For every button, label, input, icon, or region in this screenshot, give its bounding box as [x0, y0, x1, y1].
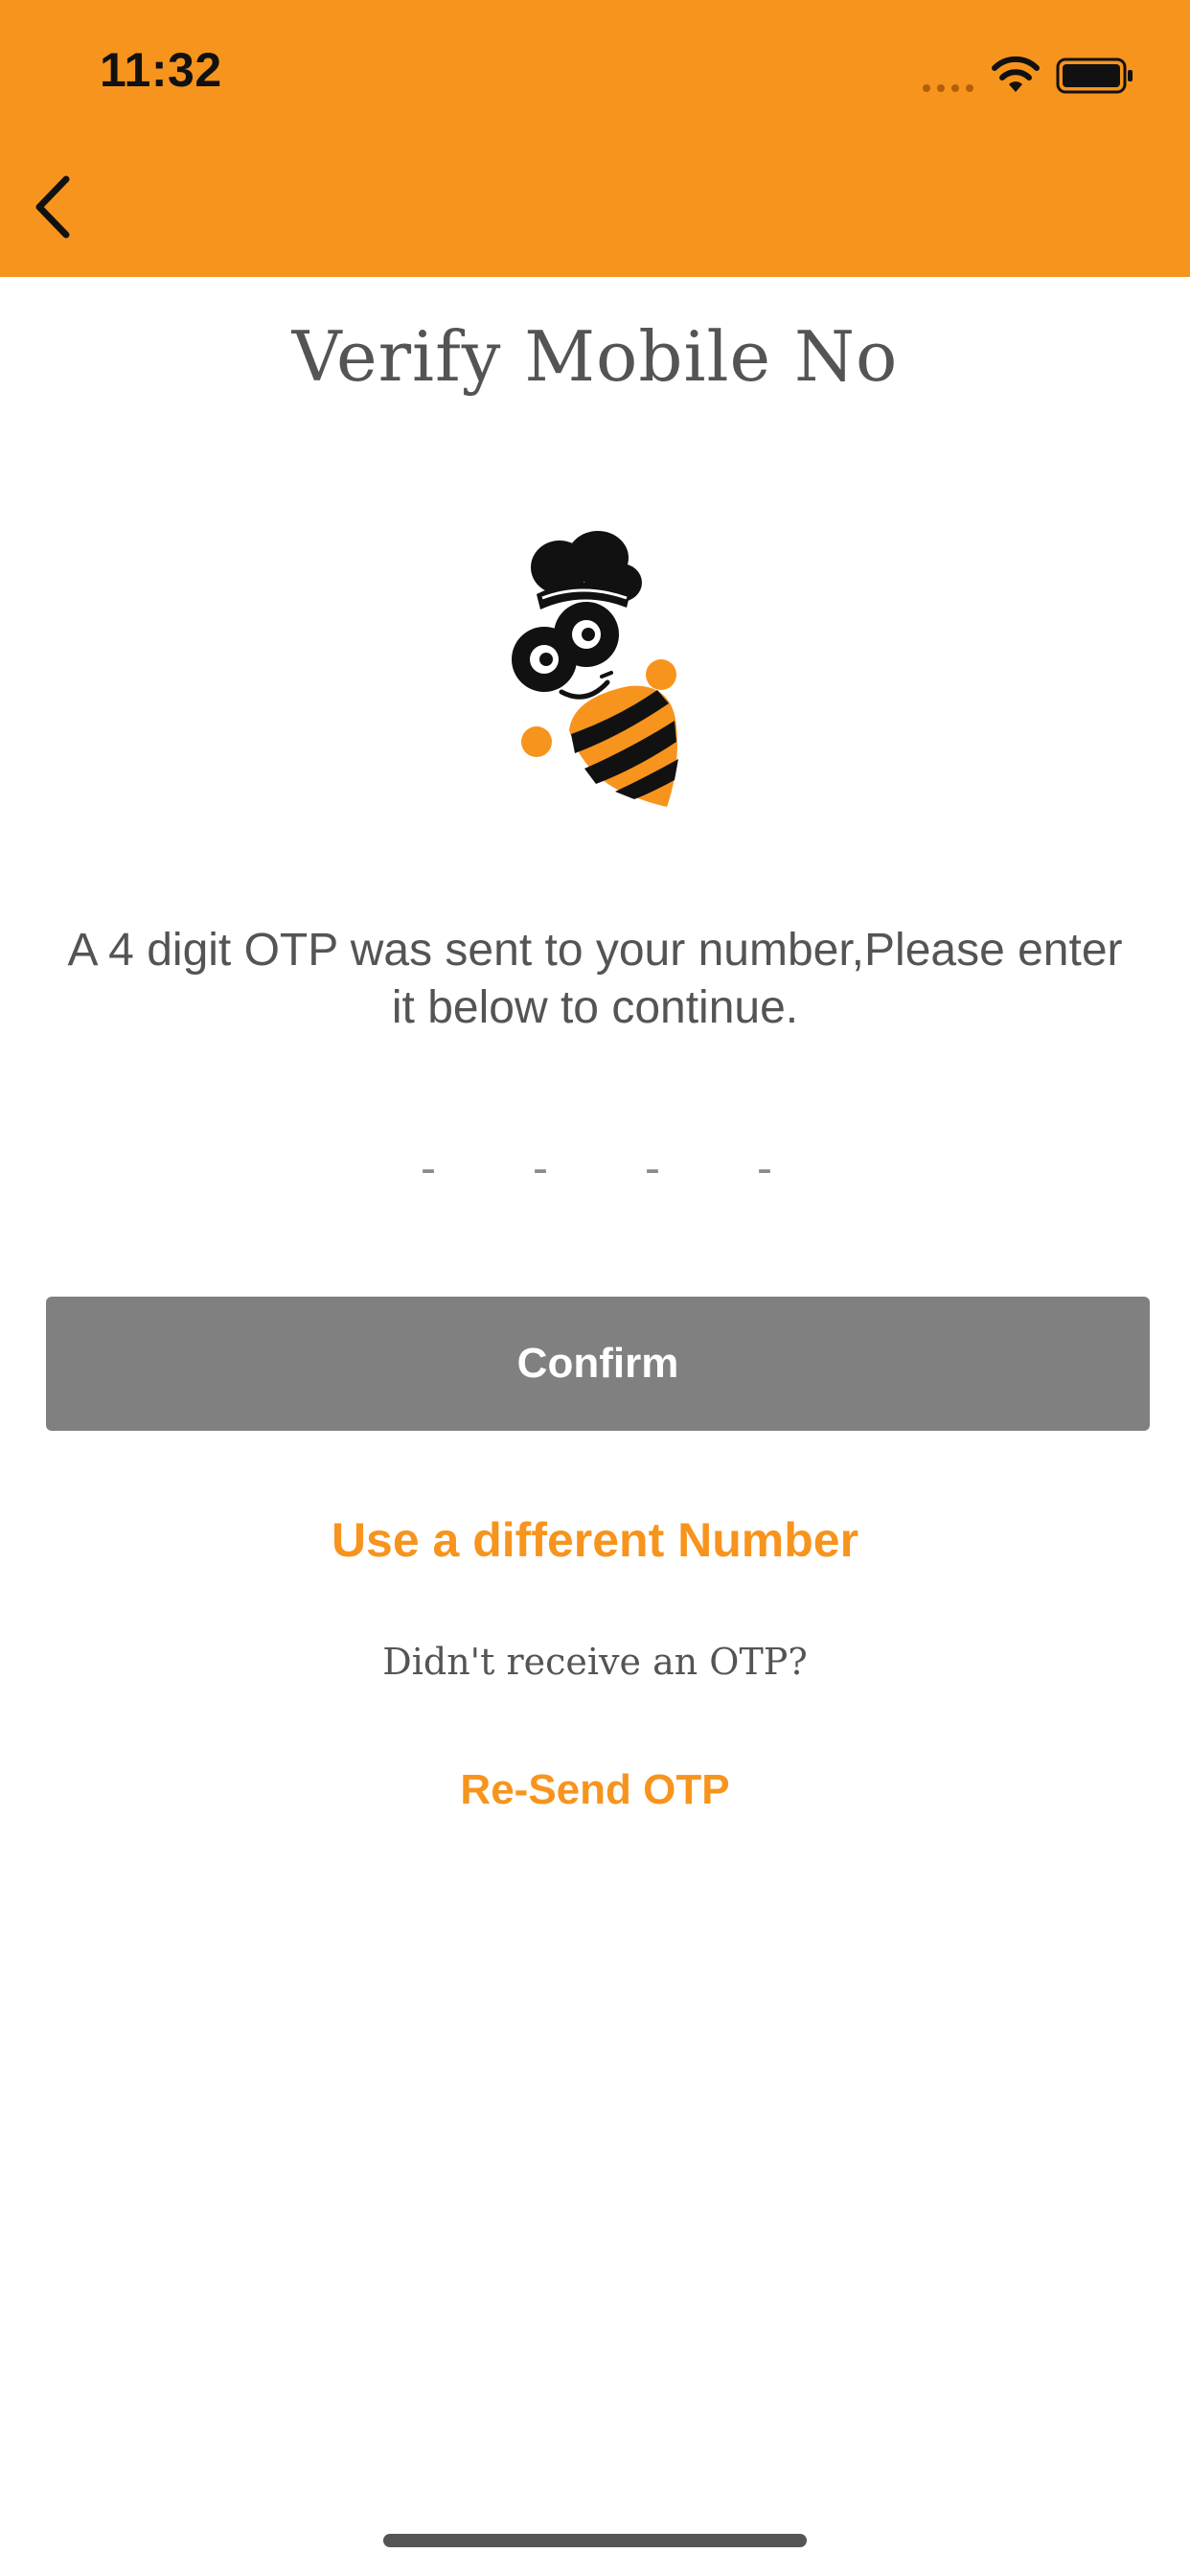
resend-otp-link[interactable]: Re-Send OTP	[0, 1766, 1190, 1814]
app-header: 11:32	[0, 0, 1190, 277]
chevron-left-icon	[35, 175, 70, 239]
status-time: 11:32	[100, 43, 222, 97]
otp-instructions: A 4 digit OTP was sent to your number,Pl…	[67, 925, 1123, 1033]
no-otp-prompt: Didn't receive an OTP?	[382, 1641, 808, 1683]
home-indicator[interactable]	[383, 2534, 807, 2547]
wifi-icon	[992, 56, 1040, 92]
page-title: Verify Mobile No	[291, 316, 899, 397]
otp-input-group	[0, 1135, 1190, 1202]
use-different-number-link[interactable]: Use a different Number	[0, 1512, 1190, 1568]
bee-chef-mascot-icon	[512, 531, 678, 807]
back-button[interactable]	[13, 169, 90, 245]
otp-digit-1[interactable]	[400, 1135, 457, 1202]
otp-digit-2[interactable]	[512, 1135, 569, 1202]
confirm-button[interactable]: Confirm	[46, 1297, 1150, 1431]
signal-icon	[923, 84, 973, 92]
otp-digit-3[interactable]	[624, 1135, 681, 1202]
otp-digit-4[interactable]	[736, 1135, 793, 1202]
battery-icon	[1056, 58, 1133, 94]
